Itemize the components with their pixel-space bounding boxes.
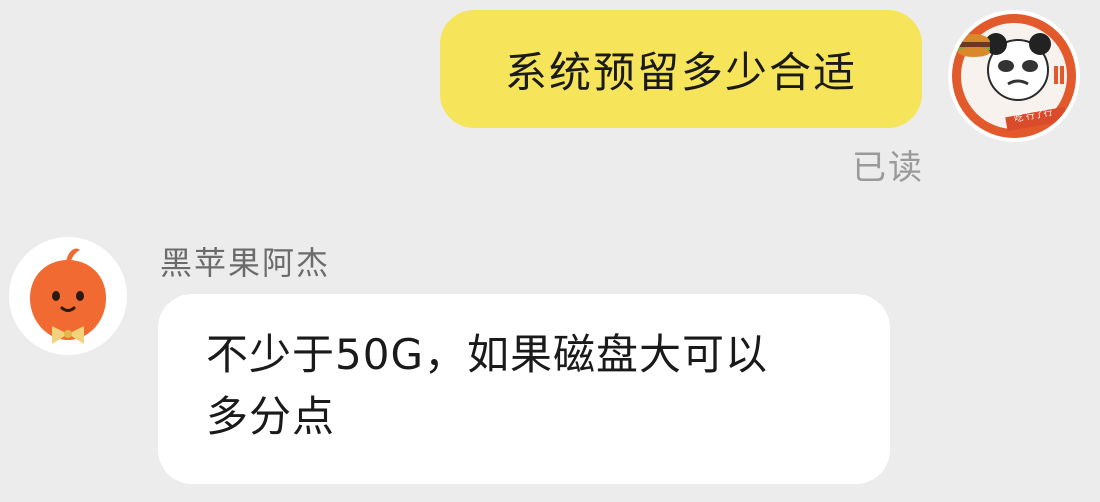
read-status: 已读 [852,148,924,188]
incoming-message-bubble[interactable]: 不少于50G，如果磁盘大可以 多分点 [158,294,890,484]
incoming-message-line: 不少于50G，如果磁盘大可以 [206,330,768,379]
panda-meme-avatar-icon: 吃 行了行 [948,10,1080,142]
outgoing-message-bubble[interactable]: 系统预留多少合适 [440,10,922,128]
sender-avatar[interactable] [8,236,128,356]
outgoing-message-text: 系统预留多少合适 [504,47,857,97]
chat-conversation: 系统预留多少合适 吃 行了行 已读 黑苹果阿杰 不少于50G，如果磁盘大可以 多… [0,0,1100,502]
incoming-message-line: 多分点 [206,392,336,441]
sender-name: 黑苹果阿杰 [160,244,331,282]
orange-mascot-avatar-icon [9,237,127,355]
self-avatar[interactable]: 吃 行了行 [946,8,1082,144]
